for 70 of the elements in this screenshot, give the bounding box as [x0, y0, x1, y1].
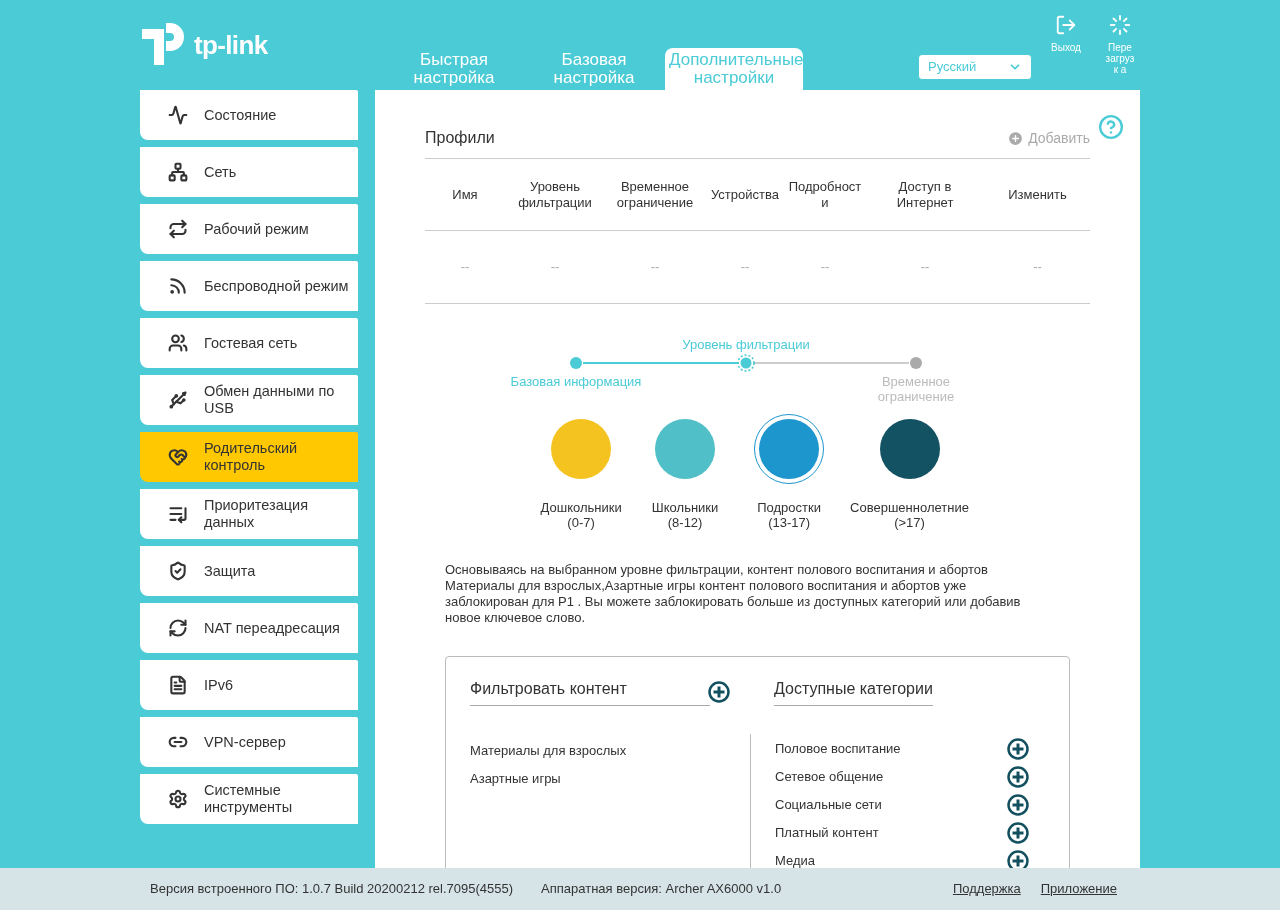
sidebar-item[interactable]: Родительский контроль: [140, 432, 358, 482]
sidebar-item[interactable]: Системные инструменты: [140, 774, 358, 824]
level-option[interactable]: Совершеннолетние (>17): [850, 414, 969, 530]
blocked-category: Материалы для взрослых: [470, 742, 628, 760]
column-header: Уровень фильтрации: [517, 178, 593, 211]
logout-icon: [1055, 14, 1077, 36]
sidebar-item[interactable]: VPN-сервер: [140, 717, 358, 767]
firmware-version: Версия встроенного ПО: 1.0.7 Build 20200212 rel.7095(4555): [150, 880, 514, 899]
arrows-icon: [168, 219, 188, 239]
column-header: Доступ в Интернет: [895, 178, 955, 211]
column-header: Устройства: [710, 186, 780, 203]
table-cell-text: --: [819, 258, 831, 277]
signal-icon: [168, 276, 188, 296]
loading-icon: [1109, 14, 1131, 36]
step-label: Временное ограничение: [876, 374, 956, 404]
sidebar-item[interactable]: Обмен данными по USB: [140, 375, 358, 425]
document-icon: [168, 675, 188, 695]
add-icon[interactable]: [1007, 822, 1029, 844]
add-icon[interactable]: [1007, 738, 1029, 760]
sidebar-item[interactable]: Защита: [140, 546, 358, 596]
people-icon: [168, 333, 188, 353]
plus-icon: [1007, 129, 1025, 147]
column-header: Подробност и: [787, 178, 863, 211]
table-cell-text: --: [919, 258, 931, 277]
add-icon[interactable]: [1007, 850, 1029, 868]
sidebar-item[interactable]: Сеть: [140, 147, 358, 197]
add-keyword-icon[interactable]: [708, 680, 730, 703]
level-option[interactable]: Подростки (13-17): [746, 414, 833, 530]
category-item: Половое воспитание: [775, 740, 901, 759]
table-cell-text: --: [649, 258, 661, 277]
table-cell-text: --: [739, 258, 751, 277]
level-option[interactable]: Школьники (8-12): [642, 414, 729, 530]
add-icon[interactable]: [1007, 766, 1029, 788]
hardware-version: Аппаратная версия: Archer AX6000 v1.0: [541, 880, 782, 899]
sidebar-item[interactable]: Рабочий режим: [140, 204, 358, 254]
filter-title: Фильтровать контент: [470, 677, 710, 706]
network-icon: [168, 162, 188, 182]
sidebar-item[interactable]: IPv6: [140, 660, 358, 710]
shield-icon: [168, 561, 188, 581]
add-icon[interactable]: [1007, 794, 1029, 816]
category-item: Сетевое общение: [775, 768, 884, 787]
category-item: Платный контент: [775, 824, 879, 843]
description-text: Основываясь на выбранном уровне фильтрации, контент полового воспитания и абортов Материалы для взрослых,Азартные игры контент полового воспитания и абортов уже заблокирован для P1 . Вы можете заблокировать больше из доступных категорий или добавив новое ключевое слово.: [445, 562, 1022, 626]
categories-title: Доступные категории: [774, 677, 933, 706]
list-arrows-icon: [168, 504, 188, 524]
section-title: Профили: [425, 128, 495, 148]
sidebar-item[interactable]: Беспроводной режим: [140, 261, 358, 311]
sidebar-item[interactable]: Гостевая сеть: [140, 318, 358, 368]
column-header: Временное ограничение: [615, 178, 695, 211]
usb-icon: [168, 390, 188, 410]
pulse-icon: [168, 105, 188, 125]
refresh-icon: [168, 618, 188, 638]
step-label: Уровень фильтрации: [681, 337, 811, 352]
step-label: Базовая информация: [509, 374, 643, 389]
table-cell-text: --: [1032, 258, 1043, 277]
category-item: Медиа: [775, 852, 815, 868]
sidebar-item[interactable]: NAT переадресация: [140, 603, 358, 653]
sidebar-item[interactable]: Приоритезация данных: [140, 489, 358, 539]
logo-text: tp-link: [194, 28, 268, 62]
footer-link[interactable]: Приложение: [1040, 879, 1117, 899]
sidebar-item[interactable]: Состояние: [140, 90, 358, 140]
level-option[interactable]: Дошкольники (0-7): [538, 414, 625, 530]
column-header: Имя: [451, 186, 479, 203]
footer-link[interactable]: Поддержка: [952, 879, 1021, 899]
blocked-category: Азартные игры: [470, 770, 562, 788]
table-cell-text: --: [459, 258, 471, 277]
category-item: Социальные сети: [775, 796, 882, 815]
table-cell-text: --: [549, 258, 561, 277]
column-header: Изменить: [1007, 186, 1068, 203]
gear-icon: [168, 789, 188, 809]
